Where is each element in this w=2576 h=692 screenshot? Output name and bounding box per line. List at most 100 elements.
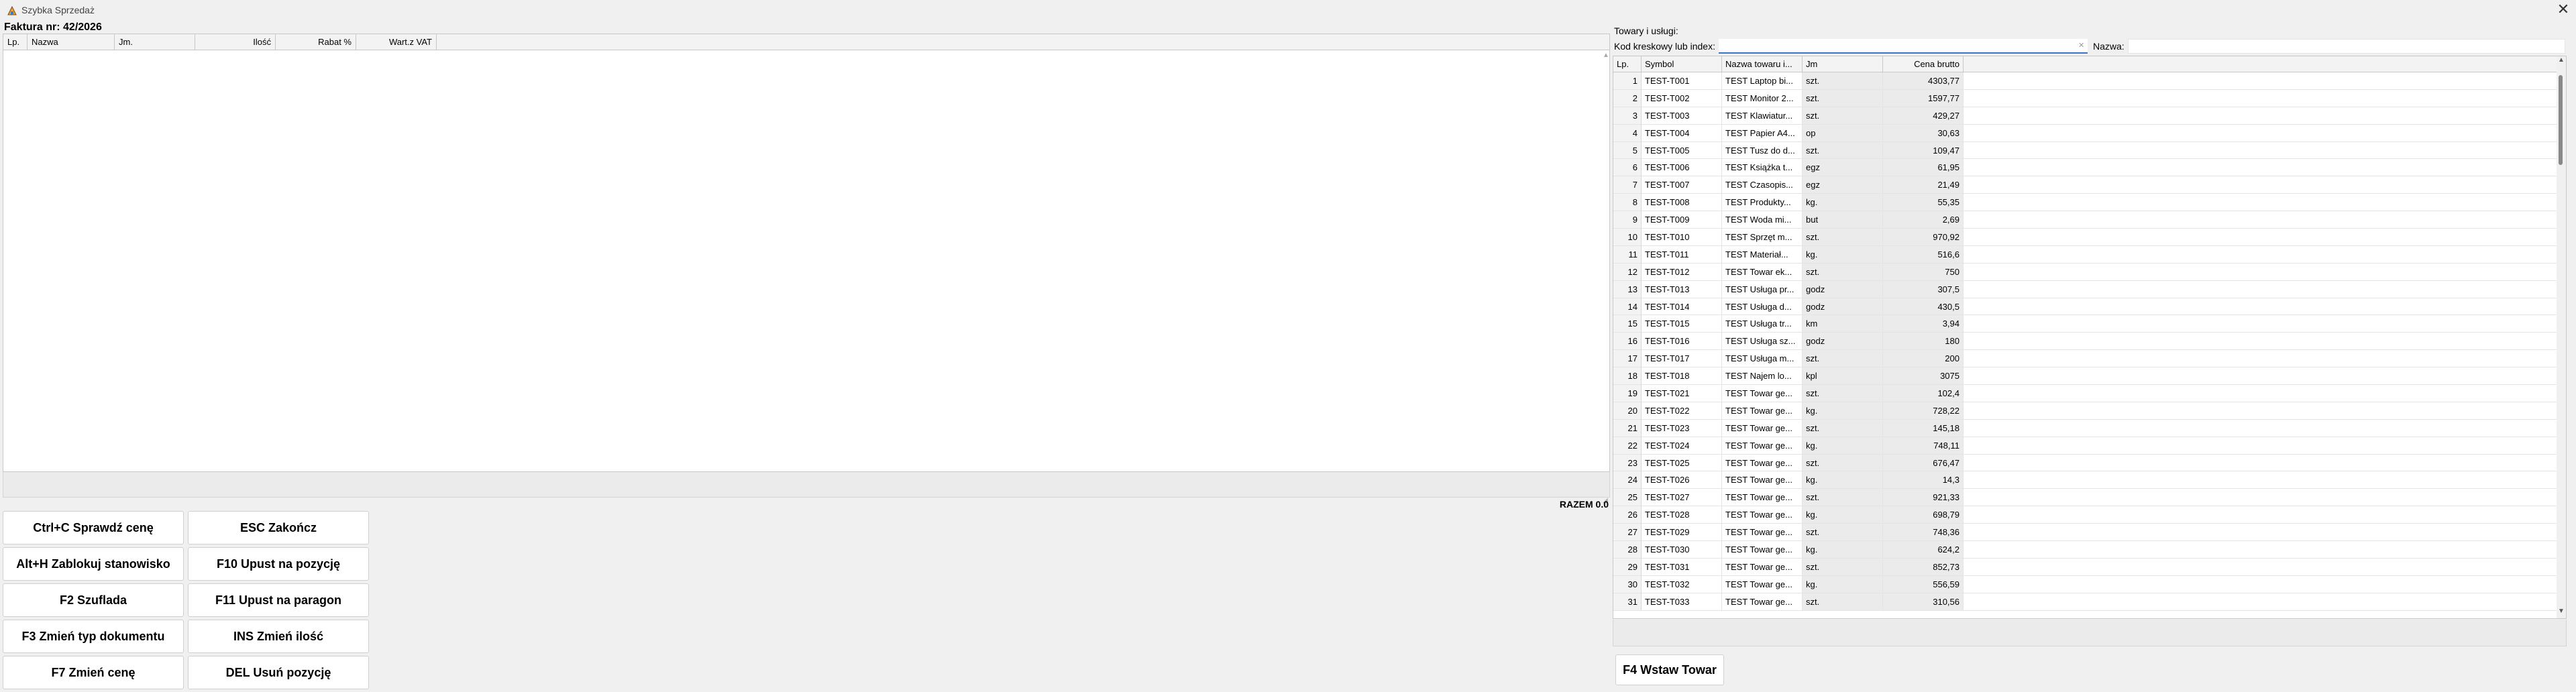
barcode-label: Kod kreskowy lub index: bbox=[1614, 41, 1715, 52]
cell-price: 698,79 bbox=[1883, 506, 1964, 524]
cell-unit: kg. bbox=[1803, 506, 1883, 524]
table-row[interactable]: 19 TEST-T021 TEST Towar ge... szt. 102,4 bbox=[1613, 385, 2557, 402]
item-discount-button[interactable]: F10 Upust na pozycję bbox=[188, 547, 369, 581]
column-header-symbol[interactable]: Symbol bbox=[1642, 56, 1722, 72]
table-row[interactable]: 25 TEST-T027 TEST Towar ge... szt. 921,33 bbox=[1613, 489, 2557, 507]
check-price-button[interactable]: Ctrl+C Sprawdź cenę bbox=[3, 511, 184, 544]
table-row[interactable]: 23 TEST-T025 TEST Towar ge... szt. 676,47 bbox=[1613, 454, 2557, 472]
table-row[interactable]: 22 TEST-T024 TEST Towar ge... kg. 748,11 bbox=[1613, 437, 2557, 455]
cell-lp: 29 bbox=[1613, 558, 1642, 575]
table-row[interactable]: 11 TEST-T011 TEST Materiał... kg. 516,6 bbox=[1613, 245, 2557, 264]
cell-product-name: TEST Sprzęt m... bbox=[1722, 229, 1803, 245]
column-header-gross-value[interactable]: Wart.z VAT bbox=[356, 34, 437, 50]
cell-lp: 3 bbox=[1613, 107, 1642, 124]
table-row[interactable]: 27 TEST-T029 TEST Towar ge... szt. 748,36 bbox=[1613, 524, 2557, 542]
table-row[interactable]: 10 TEST-T010 TEST Sprzęt m... szt. 970,92 bbox=[1613, 229, 2557, 246]
scroll-up-icon[interactable]: ▲ bbox=[2558, 56, 2565, 64]
table-row[interactable]: 5 TEST-T005 TEST Tusz do d... szt. 109,47 bbox=[1613, 141, 2557, 160]
cash-drawer-button[interactable]: F2 Szuflada bbox=[3, 583, 184, 617]
cell-product-name: TEST Usługa sz... bbox=[1722, 333, 1803, 350]
column-header-gross-price[interactable]: Cena brutto bbox=[1883, 56, 1964, 72]
close-icon[interactable]: ✕ bbox=[2551, 0, 2576, 20]
cell-symbol: TEST-T031 bbox=[1642, 558, 1722, 575]
table-row[interactable]: 24 TEST-T026 TEST Towar ge... kg. 14,3 bbox=[1613, 471, 2557, 489]
column-header-unit[interactable]: Jm bbox=[1803, 56, 1883, 72]
name-filter-input[interactable] bbox=[2128, 39, 2565, 54]
insert-product-button[interactable]: F4 Wstaw Towar bbox=[1615, 654, 1724, 685]
cell-price: 4303,77 bbox=[1883, 72, 1964, 89]
cell-lp: 27 bbox=[1613, 524, 1642, 541]
scroll-up-icon[interactable]: ▲ bbox=[1603, 52, 1609, 59]
column-header-unit[interactable]: Jm. bbox=[115, 34, 195, 50]
table-row[interactable]: 20 TEST-T022 TEST Towar ge... kg. 728,22 bbox=[1613, 402, 2557, 420]
change-document-type-button[interactable]: F3 Zmień typ dokumentu bbox=[3, 620, 184, 653]
cell-lp: 22 bbox=[1613, 437, 1642, 454]
cell-symbol: TEST-T001 bbox=[1642, 72, 1722, 89]
column-header-lp[interactable]: Lp. bbox=[3, 34, 28, 50]
column-header-discount[interactable]: Rabat % bbox=[276, 34, 356, 50]
cell-unit: but bbox=[1803, 211, 1883, 229]
cell-unit: kg. bbox=[1803, 402, 1883, 419]
cell-price: 61,95 bbox=[1883, 159, 1964, 176]
table-row[interactable]: 21 TEST-T023 TEST Towar ge... szt. 145,18 bbox=[1613, 419, 2557, 437]
cell-unit: egz bbox=[1803, 176, 1883, 194]
table-row[interactable]: 1 TEST-T001 TEST Laptop bi... szt. 4303,77 bbox=[1613, 72, 2557, 90]
cell-filler bbox=[1964, 506, 2557, 523]
invoice-table-footer bbox=[3, 472, 1610, 498]
products-table[interactable]: Lp. Symbol Nazwa towaru i... Jm Cena bru… bbox=[1613, 56, 2567, 619]
finish-button[interactable]: ESC Zakończ bbox=[188, 511, 369, 544]
cell-product-name: TEST Towar ge... bbox=[1722, 402, 1803, 419]
cell-filler bbox=[1964, 90, 2557, 107]
cell-symbol: TEST-T016 bbox=[1642, 333, 1722, 350]
column-header-product-name[interactable]: Nazwa towaru i... bbox=[1722, 56, 1803, 72]
cell-unit: szt. bbox=[1803, 263, 1883, 280]
table-row[interactable]: 6 TEST-T006 TEST Książka t... egz 61,95 bbox=[1613, 159, 2557, 177]
vertical-scrollbar[interactable]: ▲ ▼ bbox=[2557, 56, 2566, 618]
cell-unit: szt. bbox=[1803, 385, 1883, 402]
table-row[interactable]: 28 TEST-T030 TEST Towar ge... kg. 624,2 bbox=[1613, 541, 2557, 559]
column-header-quantity[interactable]: Ilość bbox=[195, 34, 276, 50]
change-quantity-button[interactable]: INS Zmień ilość bbox=[188, 620, 369, 653]
cell-lp: 12 bbox=[1613, 263, 1642, 280]
receipt-discount-button[interactable]: F11 Upust na paragon bbox=[188, 583, 369, 617]
column-header-name[interactable]: Nazwa bbox=[28, 34, 115, 50]
table-row[interactable]: 14 TEST-T014 TEST Usługa d... godz 430,5 bbox=[1613, 298, 2557, 316]
invoice-items-table[interactable]: Lp. Nazwa Jm. Ilość Rabat % Wart.z VAT ▲… bbox=[3, 34, 1610, 504]
table-row[interactable]: 30 TEST-T032 TEST Towar ge... kg. 556,59 bbox=[1613, 575, 2557, 593]
cell-lp: 26 bbox=[1613, 506, 1642, 524]
table-row[interactable]: 13 TEST-T013 TEST Usługa pr... godz 307,5 bbox=[1613, 280, 2557, 298]
barcode-input[interactable] bbox=[1719, 39, 2088, 54]
column-header-lp[interactable]: Lp. bbox=[1613, 56, 1642, 72]
cell-product-name: TEST Towar ge... bbox=[1722, 506, 1803, 524]
change-price-button[interactable]: F7 Zmień cenę bbox=[3, 656, 184, 689]
lock-station-button[interactable]: Alt+H Zablokuj stanowisko bbox=[3, 547, 184, 581]
table-row[interactable]: 17 TEST-T017 TEST Usługa m... szt. 200 bbox=[1613, 350, 2557, 368]
clear-icon[interactable]: ✕ bbox=[2078, 41, 2084, 50]
name-filter-label: Nazwa: bbox=[2093, 41, 2125, 52]
table-row[interactable]: 4 TEST-T004 TEST Papier A4... op 30,63 bbox=[1613, 124, 2557, 142]
cell-price: 516,6 bbox=[1883, 245, 1964, 263]
delete-item-button[interactable]: DEL Usuń pozycję bbox=[188, 656, 369, 689]
cell-product-name: TEST Towar ge... bbox=[1722, 593, 1803, 610]
cell-price: 30,63 bbox=[1883, 124, 1964, 141]
cell-lp: 30 bbox=[1613, 575, 1642, 593]
cell-unit: godz bbox=[1803, 333, 1883, 350]
table-row[interactable]: 31 TEST-T033 TEST Towar ge... szt. 310,56 bbox=[1613, 593, 2557, 611]
table-row[interactable]: 16 TEST-T016 TEST Usługa sz... godz 180 bbox=[1613, 333, 2557, 351]
table-row[interactable]: 7 TEST-T007 TEST Czasopis... egz 21,49 bbox=[1613, 176, 2557, 194]
table-row[interactable]: 18 TEST-T018 TEST Najem lo... kpl 3075 bbox=[1613, 367, 2557, 386]
table-row[interactable]: 12 TEST-T012 TEST Towar ek... szt. 750 bbox=[1613, 263, 2557, 281]
scrollbar-thumb[interactable] bbox=[2559, 75, 2563, 165]
table-row[interactable]: 3 TEST-T003 TEST Klawiatur... szt. 429,27 bbox=[1613, 107, 2557, 125]
scroll-down-icon[interactable]: ▼ bbox=[2558, 608, 2565, 615]
cell-price: 14,3 bbox=[1883, 471, 1964, 489]
table-row[interactable]: 15 TEST-T015 TEST Usługa tr... km 3,94 bbox=[1613, 315, 2557, 333]
cell-filler bbox=[1964, 107, 2557, 124]
table-row[interactable]: 29 TEST-T031 TEST Towar ge... szt. 852,73 bbox=[1613, 558, 2557, 576]
cell-symbol: TEST-T013 bbox=[1642, 280, 1722, 298]
table-row[interactable]: 9 TEST-T009 TEST Woda mi... but 2,69 bbox=[1613, 211, 2557, 229]
table-row[interactable]: 8 TEST-T008 TEST Produkty... kg. 55,35 bbox=[1613, 194, 2557, 212]
table-row[interactable]: 2 TEST-T002 TEST Monitor 2... szt. 1597,77 bbox=[1613, 89, 2557, 107]
cell-filler bbox=[1964, 315, 2557, 332]
table-row[interactable]: 26 TEST-T028 TEST Towar ge... kg. 698,79 bbox=[1613, 506, 2557, 524]
